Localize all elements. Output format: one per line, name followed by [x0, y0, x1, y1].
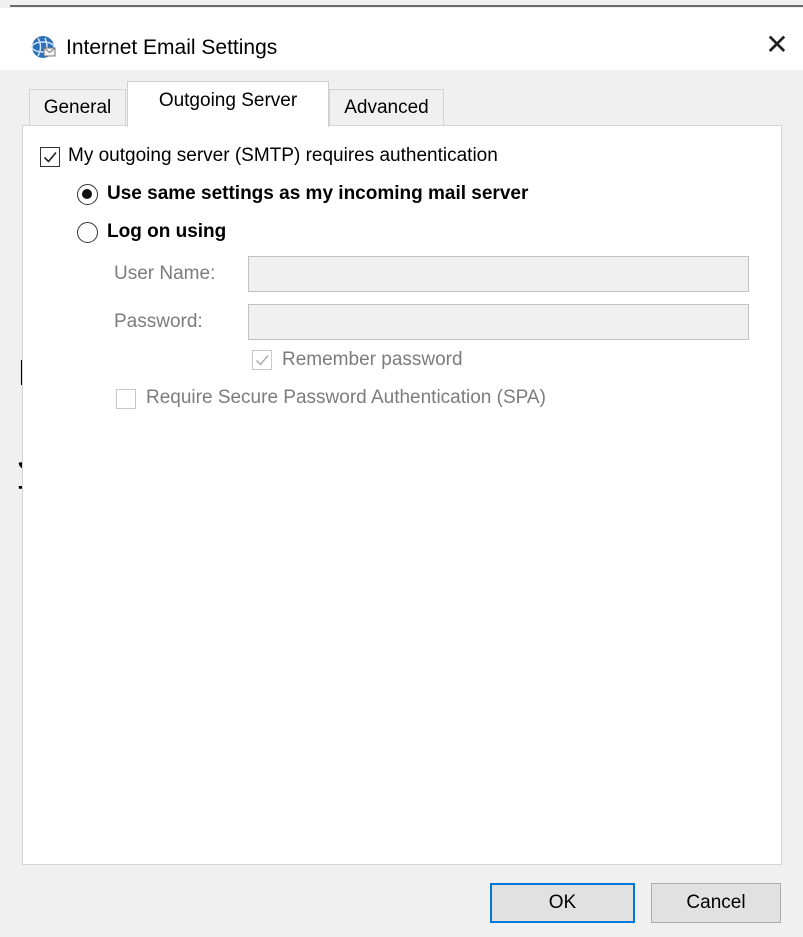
password-input[interactable]: [248, 304, 749, 340]
log-on-using-radio[interactable]: [77, 222, 98, 243]
ok-button[interactable]: OK: [490, 883, 635, 923]
requires-auth-label[interactable]: My outgoing server (SMTP) requires authe…: [68, 145, 498, 167]
tab-panel-outgoing-server: My outgoing server (SMTP) requires authe…: [22, 125, 782, 865]
checkmark-icon: [43, 151, 57, 163]
username-label: User Name:: [114, 263, 216, 284]
password-label: Password:: [114, 311, 203, 332]
log-on-using-label[interactable]: Log on using: [107, 221, 226, 243]
tab-outgoing-server[interactable]: Outgoing Server: [127, 81, 329, 127]
requires-auth-checkbox[interactable]: [40, 147, 60, 167]
close-icon[interactable]: ✕: [760, 28, 794, 62]
username-input[interactable]: [248, 256, 749, 292]
spa-checkbox[interactable]: [116, 389, 136, 409]
same-settings-radio[interactable]: [77, 184, 98, 205]
tab-general[interactable]: General: [29, 89, 126, 126]
window-top-border: [10, 5, 803, 7]
title-bar: Internet Email Settings ✕: [0, 8, 803, 70]
globe-mail-icon: [30, 34, 56, 60]
radio-selected-dot: [82, 189, 92, 199]
remember-password-checkbox[interactable]: [252, 350, 272, 370]
checkmark-icon: [255, 354, 269, 366]
remember-password-label[interactable]: Remember password: [282, 349, 463, 371]
spa-label[interactable]: Require Secure Password Authentication (…: [146, 387, 546, 409]
tab-advanced[interactable]: Advanced: [329, 89, 444, 126]
cancel-button[interactable]: Cancel: [651, 883, 781, 923]
same-settings-label[interactable]: Use same settings as my incoming mail se…: [107, 183, 528, 205]
window-title: Internet Email Settings: [66, 36, 278, 59]
